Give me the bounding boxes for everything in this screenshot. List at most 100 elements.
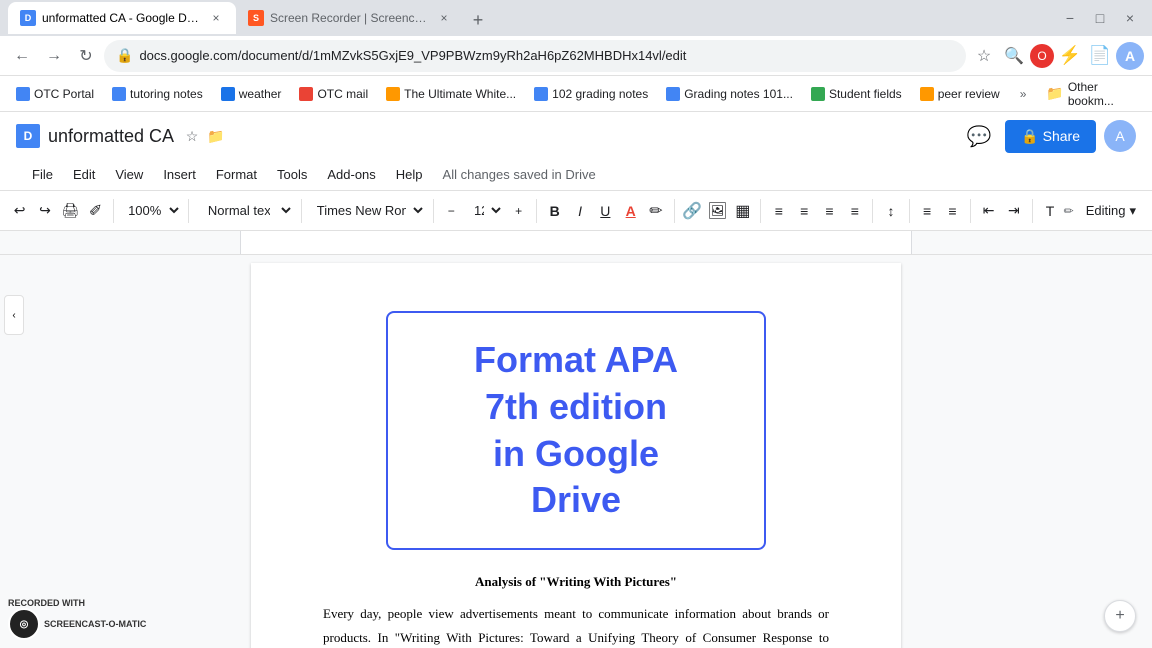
bookmark-grading-101[interactable]: Grading notes 101...: [658, 83, 801, 105]
bookmark-ultimate[interactable]: The Ultimate White...: [378, 83, 524, 105]
bookmark-otc-portal[interactable]: OTC Portal: [8, 83, 102, 105]
refresh-button[interactable]: ↻: [72, 42, 100, 70]
image-button[interactable]: 🖼: [706, 197, 729, 225]
extension-icon-1[interactable]: ⚡: [1056, 42, 1084, 70]
folder-button[interactable]: 📁: [206, 126, 226, 146]
bookmark-tutoring[interactable]: tutoring notes: [104, 83, 211, 105]
bold-button[interactable]: B: [543, 197, 566, 225]
undo-button[interactable]: ↩: [8, 197, 31, 225]
lock-icon: 🔒: [116, 47, 133, 64]
tab-favicon-1: D: [20, 10, 36, 26]
explore-button[interactable]: +: [1104, 600, 1136, 632]
list-numbered-button[interactable]: ≡: [915, 197, 938, 225]
tab-active[interactable]: D unformatted CA - Google Docs ×: [8, 2, 236, 34]
bookmark-favicon-3: [221, 87, 235, 101]
opera-icon[interactable]: O: [1030, 44, 1054, 68]
comment-button[interactable]: 💬: [961, 118, 997, 154]
menu-tools[interactable]: Tools: [269, 163, 315, 186]
font-size-increase-button[interactable]: +: [507, 197, 530, 225]
clear-formatting-button[interactable]: T: [1038, 197, 1061, 225]
user-avatar[interactable]: A: [1104, 120, 1136, 152]
align-left-button[interactable]: ≡: [767, 197, 790, 225]
bookmark-label-9: peer review: [938, 87, 1000, 101]
ruler: [0, 231, 1152, 255]
saved-status: All changes saved in Drive: [443, 167, 596, 182]
bookmark-favicon-7: [666, 87, 680, 101]
tab-close-1[interactable]: ×: [208, 10, 224, 26]
paper-body: Every day, people view advertisements me…: [323, 602, 829, 648]
align-center-button[interactable]: ≡: [793, 197, 816, 225]
align-justify-button[interactable]: ≡: [843, 197, 866, 225]
bookmark-label-2: tutoring notes: [130, 87, 203, 101]
back-button[interactable]: ←: [8, 42, 36, 70]
list-bullet-button[interactable]: ≡: [941, 197, 964, 225]
bookmark-favicon-1: [16, 87, 30, 101]
bookmark-label-4: OTC mail: [317, 87, 368, 101]
doc-title: unformatted CA: [48, 126, 174, 147]
profile-avatar[interactable]: A: [1116, 42, 1144, 70]
print-button[interactable]: 🖨: [59, 197, 82, 225]
link-button[interactable]: 🔗: [680, 197, 703, 225]
bookmark-102-grading[interactable]: 102 grading notes: [526, 83, 656, 105]
feature-box: Format APA 7th edition in Google Drive: [386, 311, 766, 550]
menu-insert[interactable]: Insert: [155, 163, 204, 186]
star-button[interactable]: ☆: [182, 126, 202, 146]
window-controls: − □ ×: [1056, 4, 1144, 32]
editing-button[interactable]: Editing ▾: [1078, 199, 1144, 223]
font-size-decrease-button[interactable]: −: [440, 197, 463, 225]
minimize-button[interactable]: −: [1056, 4, 1084, 32]
menu-format[interactable]: Format: [208, 163, 265, 186]
indent-increase-button[interactable]: ⇥: [1002, 197, 1025, 225]
paint-format-button[interactable]: ✐: [84, 197, 107, 225]
extension-icon-2[interactable]: 📄: [1086, 42, 1114, 70]
indent-decrease-button[interactable]: ⇤: [977, 197, 1000, 225]
underline-button[interactable]: U: [594, 197, 617, 225]
menu-edit[interactable]: Edit: [65, 163, 103, 186]
main-content: ‹ Format APA 7th edition in Google Drive…: [0, 255, 1152, 648]
menu-file[interactable]: File: [24, 163, 61, 186]
screencast-watermark: RECORDED WITH ◎ SCREENCAST-O-MATIC: [8, 598, 146, 640]
bookmark-star-button[interactable]: ☆: [970, 42, 998, 70]
zoom-select[interactable]: 100%: [120, 200, 182, 221]
url-bar[interactable]: 🔒 docs.google.com/document/d/1mMZvkS5Gxj…: [104, 40, 966, 72]
search-button[interactable]: 🔍: [1000, 42, 1028, 70]
more-bookmarks-button[interactable]: »: [1010, 80, 1037, 108]
feature-line-4: Drive: [412, 477, 740, 524]
maximize-button[interactable]: □: [1086, 4, 1114, 32]
close-button[interactable]: ×: [1116, 4, 1144, 32]
line-spacing-button[interactable]: ↕: [879, 197, 902, 225]
font-size-select[interactable]: 12 10 14 16: [465, 199, 505, 222]
menu-help[interactable]: Help: [388, 163, 431, 186]
screencast-logo-row: ◎ SCREENCAST-O-MATIC: [8, 608, 146, 640]
text-color-button[interactable]: A: [619, 197, 642, 225]
bookmark-peer-review[interactable]: peer review: [912, 83, 1008, 105]
address-right-icons: ☆ 🔍 O ⚡ 📄 A: [970, 42, 1144, 70]
redo-button[interactable]: ↪: [33, 197, 56, 225]
screencast-text-block: RECORDED WITH ◎ SCREENCAST-O-MATIC: [8, 598, 146, 640]
new-tab-button[interactable]: +: [464, 6, 492, 34]
tab-inactive[interactable]: S Screen Recorder | Screencast-O... ×: [236, 2, 464, 34]
other-bookmarks-label: Other bookm...: [1068, 80, 1136, 108]
toolbar-divider-4: [433, 199, 434, 223]
tab-close-2[interactable]: ×: [436, 10, 452, 26]
bookmark-mail[interactable]: OTC mail: [291, 83, 376, 105]
menu-addons[interactable]: Add-ons: [319, 163, 383, 186]
align-right-button[interactable]: ≡: [818, 197, 841, 225]
share-button[interactable]: 🔒 Share: [1005, 120, 1096, 153]
bookmark-student-fields[interactable]: Student fields: [803, 83, 910, 105]
font-select[interactable]: Times New Roman Arial Georgia: [308, 199, 427, 222]
table-button[interactable]: ▦: [731, 197, 754, 225]
ruler-inner: [240, 231, 912, 254]
toolbar-divider-2: [188, 199, 189, 223]
italic-button[interactable]: I: [568, 197, 591, 225]
menu-view[interactable]: View: [107, 163, 151, 186]
outline-toggle-button[interactable]: ‹: [4, 295, 24, 335]
forward-button[interactable]: →: [40, 42, 68, 70]
highlight-button[interactable]: ✏: [644, 197, 667, 225]
doc-header: D unformatted CA ☆ 📁 💬 🔒 Share A File Ed…: [0, 112, 1152, 191]
other-bookmarks[interactable]: 📁 Other bookm...: [1038, 76, 1144, 112]
bookmark-weather[interactable]: weather: [213, 83, 290, 105]
style-select[interactable]: Normal text Heading 1 Heading 2 Title: [195, 199, 295, 222]
screencast-logo: ◎: [8, 608, 40, 640]
left-panel-area: ‹: [4, 295, 24, 335]
